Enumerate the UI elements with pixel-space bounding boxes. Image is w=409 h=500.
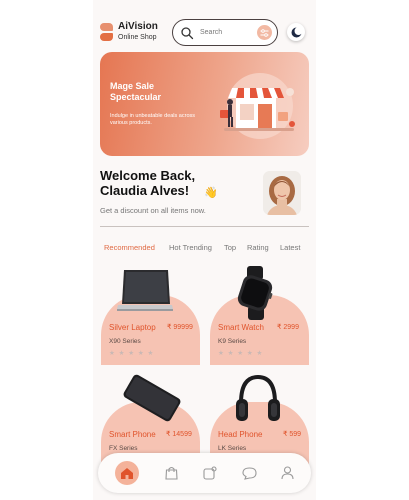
avatar[interactable] — [263, 171, 301, 215]
tab-top[interactable]: Top — [224, 243, 236, 252]
chat-icon — [241, 466, 257, 480]
brand: AiVision Online Shop — [118, 21, 158, 42]
product-card-head-phone[interactable]: Head Phone ₹ 599 LK Series — [210, 371, 309, 472]
welcome-subtitle: Get a discount on all items now. — [100, 206, 206, 215]
avatar-portrait — [263, 171, 301, 215]
product-series: LK Series — [218, 445, 247, 452]
product-card-silver-laptop[interactable]: Silver Laptop ₹ 99999 X90 Series ★ ★ ★ ★… — [101, 264, 200, 365]
promo-banner[interactable]: Mage Sale Spectacular Indulge in unbeata… — [100, 52, 309, 156]
laptop-image — [117, 270, 173, 311]
search-placeholder: Search — [200, 29, 223, 36]
theme-toggle-button[interactable] — [287, 23, 305, 41]
waving-hand-icon: 👋 — [204, 187, 218, 199]
smartwatch-image — [237, 266, 273, 320]
tab-hot-trending[interactable]: Hot Trending — [169, 243, 212, 252]
welcome-line-2: Claudia Alves! — [100, 183, 190, 198]
product-price: ₹ 14599 — [166, 431, 192, 438]
product-name: Silver Laptop — [109, 323, 156, 332]
bottom-navigation — [98, 453, 311, 493]
app-subtitle: Online Shop — [118, 34, 157, 41]
product-price: ₹ 599 — [283, 431, 302, 438]
shop-illustration — [220, 73, 295, 139]
welcome-heading: Welcome Back, Claudia Alves! — [100, 168, 195, 198]
app-screen: AiVision Online Shop Search Mage Sale Sp… — [93, 0, 316, 500]
product-price: ₹ 2999 — [277, 324, 299, 331]
banner-title: Mage Sale Spectacular — [110, 81, 162, 102]
nav-notifications[interactable] — [198, 461, 222, 485]
nav-home[interactable] — [115, 461, 139, 485]
product-name: Smart Watch — [218, 323, 264, 332]
tab-rating[interactable]: Rating — [247, 243, 269, 252]
product-price: ₹ 99999 — [167, 324, 193, 331]
search-input[interactable]: Search — [172, 19, 278, 46]
app-name: AiVision — [118, 21, 158, 32]
product-name: Smart Phone — [109, 430, 156, 439]
banner-subtitle: Indulge in unbeatable deals across vario… — [110, 113, 196, 126]
notification-icon — [203, 466, 217, 480]
tab-latest[interactable]: Latest — [280, 243, 300, 252]
profile-icon — [280, 466, 294, 480]
nav-shop[interactable] — [159, 461, 183, 485]
product-name: Head Phone — [218, 430, 263, 439]
moon-icon — [291, 26, 302, 37]
shopping-bag-icon — [164, 466, 178, 480]
home-icon — [121, 467, 133, 479]
welcome-line-1: Welcome Back, — [100, 168, 196, 183]
product-series: X90 Series — [109, 338, 141, 345]
divider — [100, 226, 309, 227]
rating-stars: ★ ★ ★ ★ ★ — [218, 350, 264, 357]
search-icon — [181, 27, 194, 40]
product-card-smart-phone[interactable]: Smart Phone ₹ 14599 FX Series — [101, 371, 200, 472]
nav-profile[interactable] — [275, 461, 299, 485]
rating-stars: ★ ★ ★ ★ ★ — [109, 350, 155, 357]
product-series: FX Series — [109, 445, 138, 452]
product-card-smart-watch[interactable]: Smart Watch ₹ 2999 K9 Series ★ ★ ★ ★ ★ — [210, 264, 309, 365]
tab-recommended[interactable]: Recommended — [104, 243, 155, 252]
smartphone-image — [123, 374, 181, 422]
filter-icon — [260, 28, 269, 37]
filter-button[interactable] — [257, 25, 272, 40]
logo-icon — [100, 23, 113, 41]
headphones-image — [236, 374, 280, 421]
nav-chat[interactable] — [237, 461, 261, 485]
product-series: K9 Series — [218, 338, 247, 345]
